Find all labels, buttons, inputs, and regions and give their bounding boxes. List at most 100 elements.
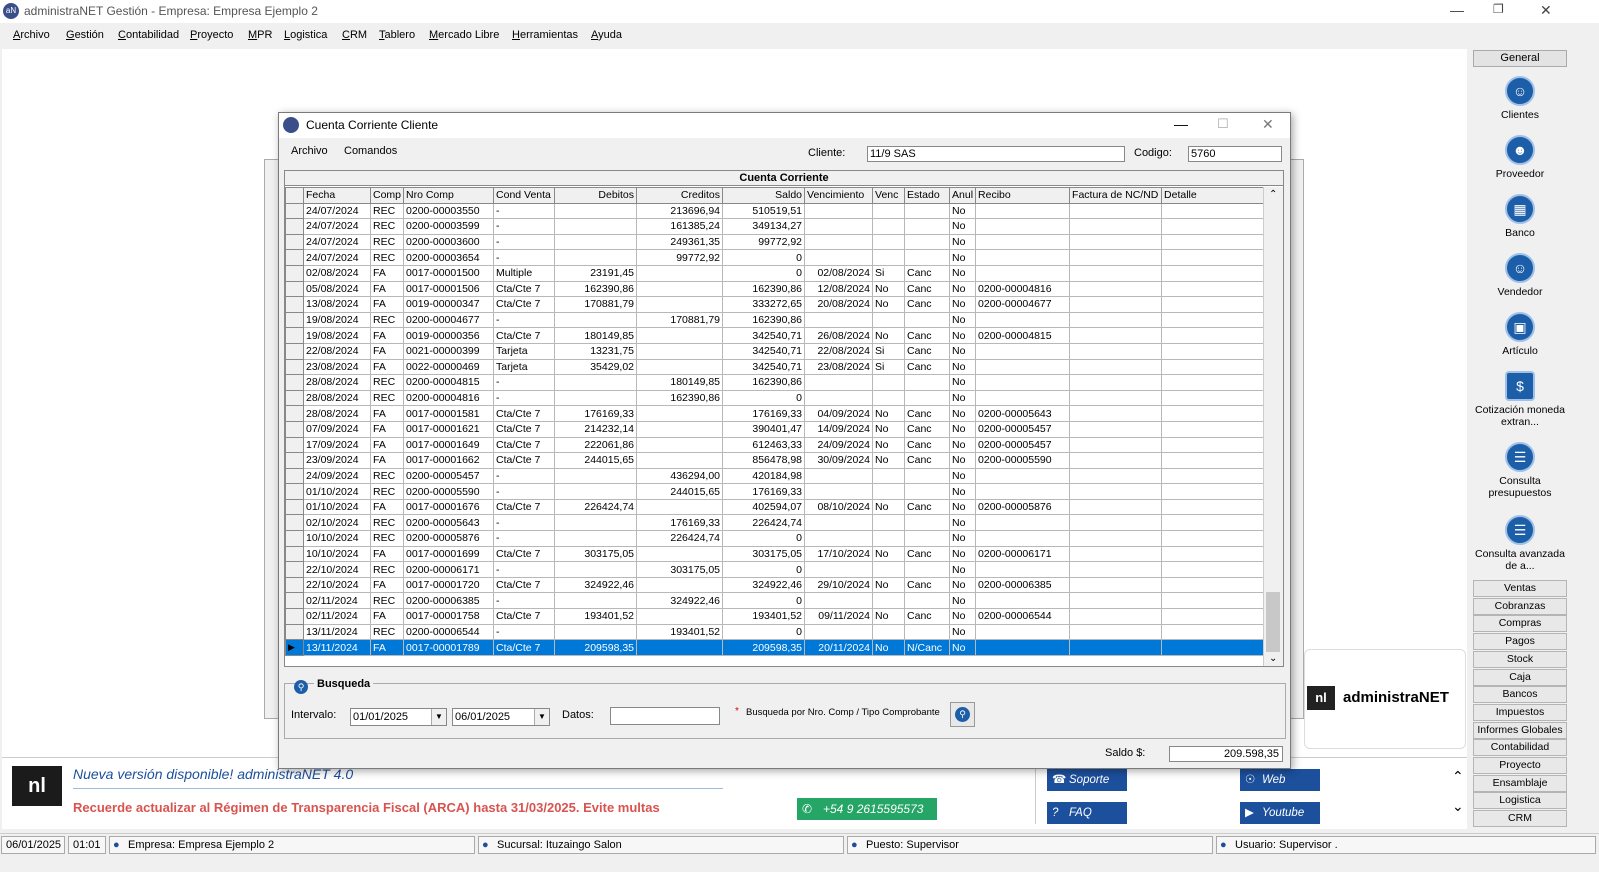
table-row[interactable]: 10/10/2024 FA 0017-00001699 Cta/Cte 7 303175… bbox=[285, 545, 1265, 563]
row-indicator[interactable] bbox=[285, 483, 304, 500]
sidebar-button-pagos[interactable]: Pagos bbox=[1473, 633, 1567, 651]
table-row[interactable]: 17/09/2024 FA 0017-00001649 Cta/Cte 7 222061… bbox=[285, 436, 1265, 454]
row-indicator[interactable] bbox=[285, 561, 304, 578]
web-button[interactable]: ☉ Web bbox=[1240, 769, 1320, 791]
row-indicator[interactable] bbox=[285, 389, 304, 407]
row-indicator[interactable] bbox=[285, 592, 304, 610]
row-indicator[interactable] bbox=[285, 452, 304, 469]
column-header[interactable]: Detalle bbox=[1161, 187, 1265, 204]
column-header[interactable]: Comp bbox=[369, 187, 405, 204]
row-indicator[interactable]: ▶ bbox=[285, 639, 304, 656]
row-indicator[interactable] bbox=[285, 436, 304, 454]
grid-vertical-scrollbar[interactable]: ⌃ ⌄ bbox=[1263, 187, 1283, 666]
table-row[interactable]: 01/10/2024 FA 0017-00001676 Cta/Cte 7 226424… bbox=[285, 498, 1265, 516]
column-header[interactable]: Nro Comp bbox=[403, 187, 495, 204]
menu-ayuda[interactable]: Ayuda bbox=[591, 29, 622, 41]
row-indicator[interactable] bbox=[285, 311, 304, 329]
row-indicator[interactable] bbox=[285, 233, 304, 251]
row-indicator[interactable] bbox=[285, 296, 304, 313]
banner-scroll-down-icon[interactable]: ⌄ bbox=[1452, 798, 1464, 815]
table-row[interactable]: 01/10/2024 REC 0200-00005590- 244015,65 1761… bbox=[285, 483, 1265, 500]
restore-icon[interactable]: ❐ bbox=[1493, 2, 1504, 16]
sidebar-item-presupuestos[interactable]: ☰ Consulta presupuestos bbox=[1473, 442, 1567, 499]
row-indicator[interactable] bbox=[285, 327, 304, 344]
row-indicator[interactable] bbox=[285, 498, 304, 516]
table-row[interactable]: 05/08/2024 FA 0017-00001506 Cta/Cte 7 162390… bbox=[285, 280, 1265, 298]
menu-contabilidad[interactable]: Contabilidad bbox=[118, 29, 179, 41]
row-indicator[interactable] bbox=[285, 514, 304, 532]
table-row[interactable]: 28/08/2024 REC 0200-00004816- 162390,86 0 No bbox=[285, 389, 1265, 407]
sidebar-button-ensamblaje[interactable]: Ensamblaje bbox=[1473, 774, 1567, 792]
menu-archivo[interactable]: Archivo bbox=[13, 29, 50, 41]
faq-button[interactable]: ? FAQ bbox=[1047, 802, 1127, 824]
row-indicator[interactable] bbox=[285, 358, 304, 376]
column-header[interactable]: Cond Venta bbox=[493, 187, 556, 204]
table-row[interactable]: 23/08/2024 FA 0022-00000469 Tarjeta 35429,02… bbox=[285, 358, 1265, 376]
table-row[interactable]: 19/08/2024 FA 0019-00000356 Cta/Cte 7 180149… bbox=[285, 327, 1265, 344]
sidebar-item-vendedor[interactable]: ☺ Vendedor bbox=[1473, 253, 1567, 298]
row-indicator[interactable] bbox=[285, 249, 304, 266]
sidebar-button-contabilidad[interactable]: Contabilidad bbox=[1473, 739, 1567, 757]
whatsapp-button[interactable]: ✆ +54 9 2615595573 bbox=[797, 798, 937, 820]
youtube-button[interactable]: ▶ Youtube bbox=[1240, 802, 1320, 824]
table-row[interactable]: 13/11/2024 REC 0200-00006544- 193401,52 0 No bbox=[285, 623, 1265, 641]
table-row[interactable]: 24/07/2024 REC 0200-00003599- 161385,24 3491… bbox=[285, 218, 1265, 235]
sidebar-button-crm[interactable]: CRM bbox=[1473, 810, 1567, 828]
menu-herramientas[interactable]: Herramientas bbox=[512, 29, 578, 41]
sidebar-button-ventas[interactable]: Ventas bbox=[1473, 580, 1567, 597]
close-icon[interactable]: ✕ bbox=[1540, 2, 1552, 19]
table-row[interactable]: 19/08/2024 REC 0200-00004677- 170881,79 1623… bbox=[285, 311, 1265, 329]
row-indicator[interactable] bbox=[285, 623, 304, 641]
table-row[interactable]: 02/11/2024 REC 0200-00006385- 324922,46 0 No bbox=[285, 592, 1265, 610]
column-header[interactable]: Creditos bbox=[636, 187, 724, 204]
row-indicator[interactable] bbox=[285, 264, 304, 282]
menu-mercado-libre[interactable]: Mercado Libre bbox=[429, 29, 499, 41]
dialog-minimize-icon[interactable]: — bbox=[1174, 116, 1188, 132]
search-button[interactable]: ⚲ bbox=[950, 702, 975, 727]
menu-gestion[interactable]: Gestión bbox=[66, 29, 104, 41]
table-row[interactable]: 10/10/2024 REC 0200-00005876- 226424,74 0 No bbox=[285, 530, 1265, 547]
table-row[interactable]: 07/09/2024 FA 0017-00001621 Cta/Cte 7 214232… bbox=[285, 420, 1265, 438]
column-header[interactable]: Estado bbox=[904, 187, 951, 204]
sidebar-item-banco[interactable]: ▦ Banco bbox=[1473, 194, 1567, 239]
fecha-hasta-select[interactable]: 06/01/2025 ▼ bbox=[452, 708, 550, 726]
chevron-down-icon[interactable]: ▼ bbox=[431, 709, 446, 725]
table-row[interactable]: 02/11/2024 FA 0017-00001758 Cta/Cte 7 193401… bbox=[285, 608, 1265, 625]
table-row[interactable]: 24/09/2024 REC 0200-00005457- 436294,00 4201… bbox=[285, 467, 1265, 485]
codigo-field[interactable]: 5760 bbox=[1188, 146, 1282, 162]
sidebar-item-proveedor[interactable]: ☻ Proveedor bbox=[1473, 135, 1567, 180]
table-row[interactable]: 22/10/2024 REC 0200-00006171- 303175,05 0 No bbox=[285, 561, 1265, 578]
row-indicator[interactable] bbox=[285, 202, 304, 220]
column-header[interactable]: Debitos bbox=[554, 187, 638, 204]
row-indicator[interactable] bbox=[285, 405, 304, 422]
table-row[interactable]: 23/09/2024 FA 0017-00001662 Cta/Cte 7 244015… bbox=[285, 452, 1265, 469]
sidebar-button-cobranzas[interactable]: Cobranzas bbox=[1473, 597, 1567, 615]
sidebar-item-consulta-avanzada[interactable]: ☰ Consulta avanzada de a... bbox=[1473, 515, 1567, 572]
menu-mpr[interactable]: MPR bbox=[248, 29, 272, 41]
datos-input[interactable] bbox=[610, 707, 720, 725]
row-indicator[interactable] bbox=[285, 218, 304, 235]
menu-crm[interactable]: CRM bbox=[342, 29, 367, 41]
sidebar-item-articulo[interactable]: ▣ Artículo bbox=[1473, 312, 1567, 357]
row-indicator[interactable] bbox=[285, 280, 304, 298]
table-row[interactable]: 22/08/2024 FA 0021-00000399 Tarjeta 13231,75… bbox=[285, 342, 1265, 360]
sidebar-button-proyecto[interactable]: Proyecto bbox=[1473, 757, 1567, 774]
row-indicator[interactable] bbox=[285, 342, 304, 360]
dialog-close-icon[interactable]: ✕ bbox=[1262, 116, 1274, 133]
table-row[interactable]: ▶ 13/11/2024 FA 0017-00001789 Cta/Cte 7 20959… bbox=[285, 639, 1265, 656]
row-indicator[interactable] bbox=[285, 530, 304, 547]
column-header[interactable]: Anul bbox=[949, 187, 977, 204]
row-indicator[interactable] bbox=[285, 576, 304, 594]
cliente-field[interactable]: 11/9 SAS bbox=[867, 146, 1125, 162]
scroll-up-icon[interactable]: ⌃ bbox=[1269, 189, 1277, 200]
scroll-thumb[interactable] bbox=[1266, 592, 1280, 652]
scroll-down-icon[interactable]: ⌄ bbox=[1269, 653, 1277, 664]
column-header[interactable]: Venc bbox=[872, 187, 906, 204]
table-row[interactable]: 24/07/2024 REC 0200-00003550- 213696,94 5105… bbox=[285, 202, 1265, 220]
sidebar-button-bancos[interactable]: Bancos bbox=[1473, 686, 1567, 704]
column-header[interactable]: Vencimiento bbox=[804, 187, 874, 204]
sidebar-button-informes-globales[interactable]: Informes Globales bbox=[1473, 721, 1567, 739]
menu-tablero[interactable]: Tablero bbox=[379, 29, 415, 41]
column-header[interactable]: Fecha bbox=[303, 187, 371, 204]
sidebar-item-clientes[interactable]: ☺ Clientes bbox=[1473, 76, 1567, 121]
